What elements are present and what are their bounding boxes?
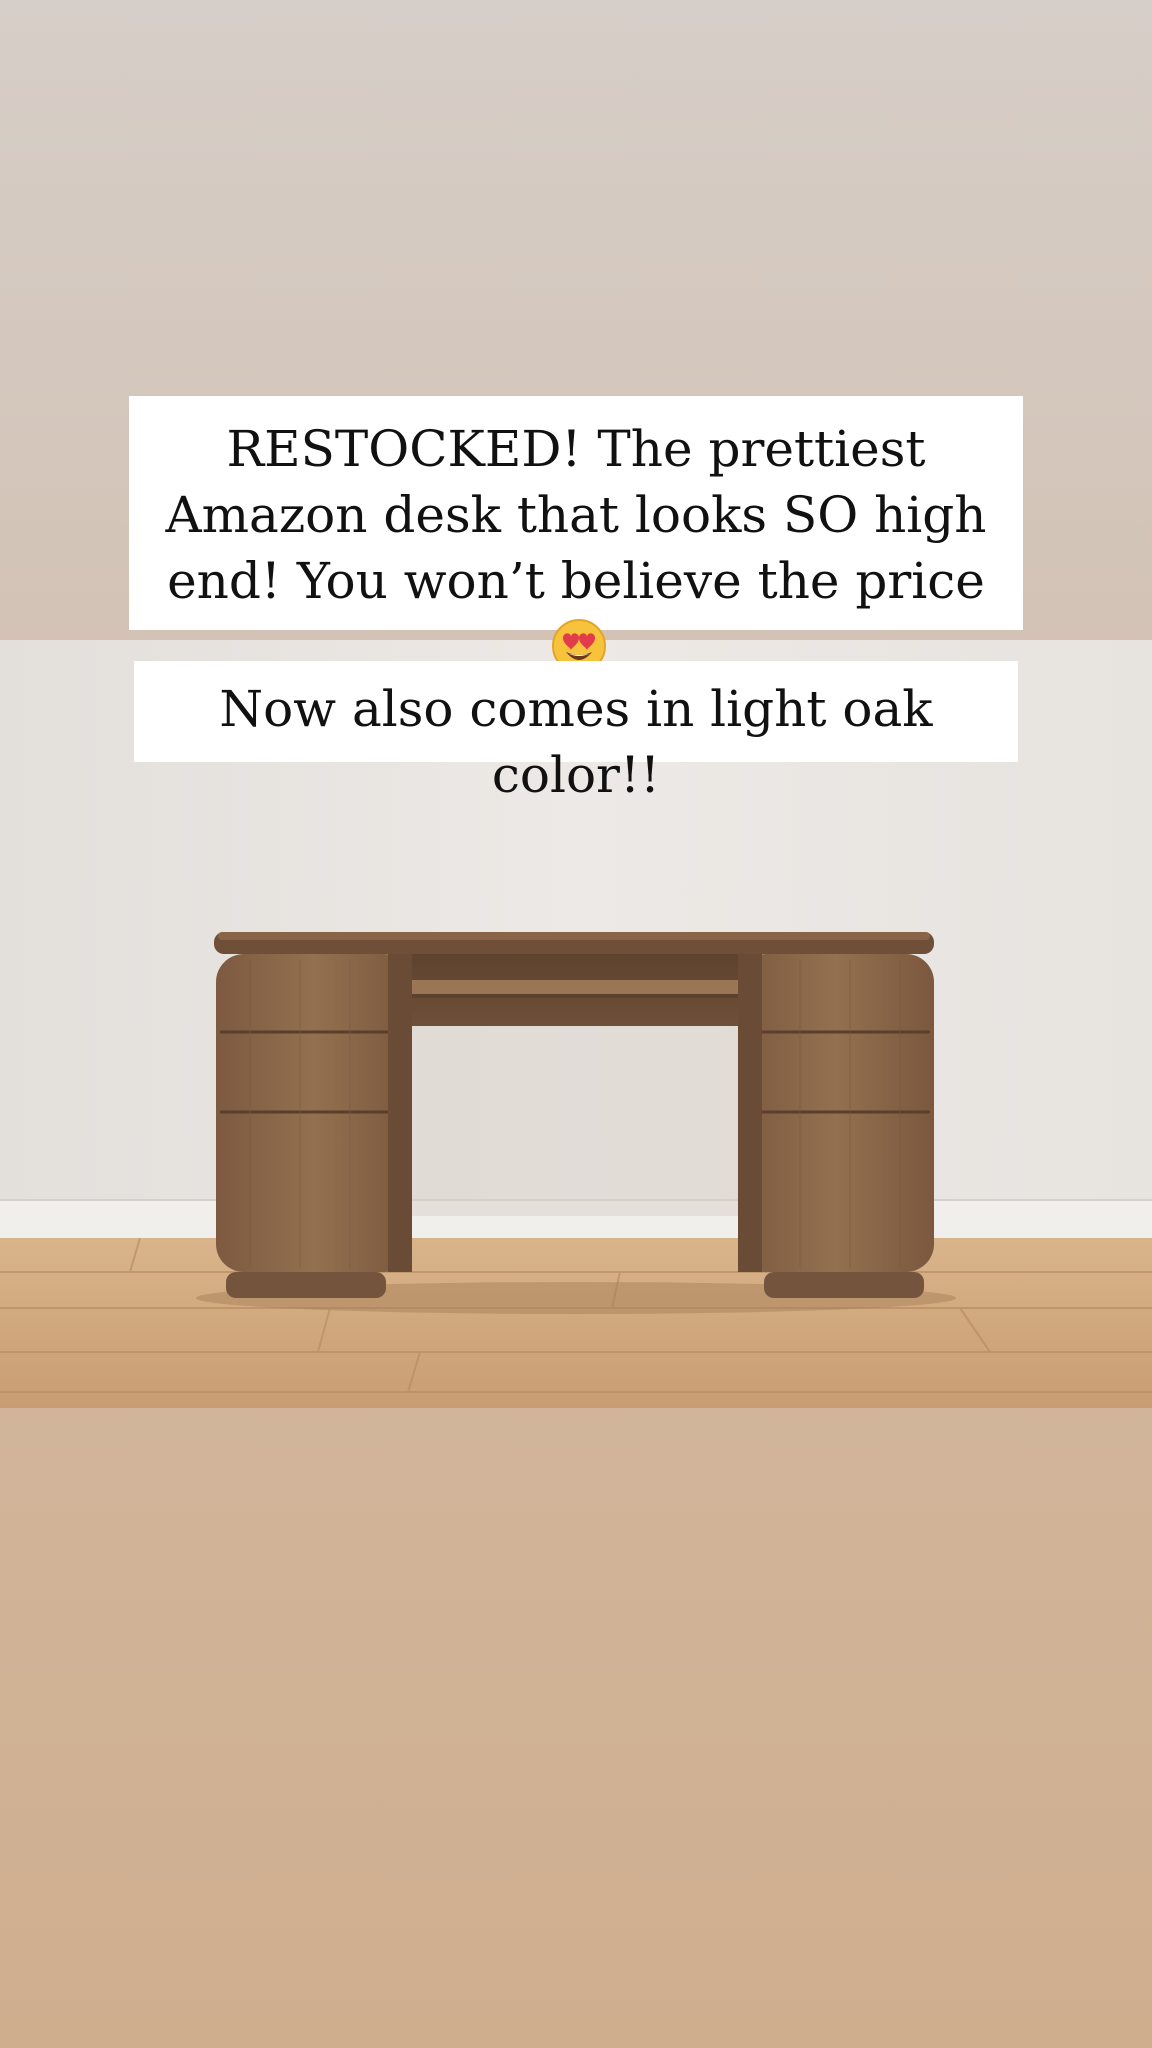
caption-main-text: RESTOCKED! The prettiest Amazon desk tha… — [165, 420, 987, 610]
caption-main-box: RESTOCKED! The prettiest Amazon desk tha… — [129, 396, 1023, 673]
caption-sub-box: Now also comes in light oak color!! — [134, 661, 1018, 804]
wood-floor — [0, 1238, 1152, 1408]
story-canvas: RESTOCKED! The prettiest Amazon desk tha… — [0, 0, 1152, 2048]
